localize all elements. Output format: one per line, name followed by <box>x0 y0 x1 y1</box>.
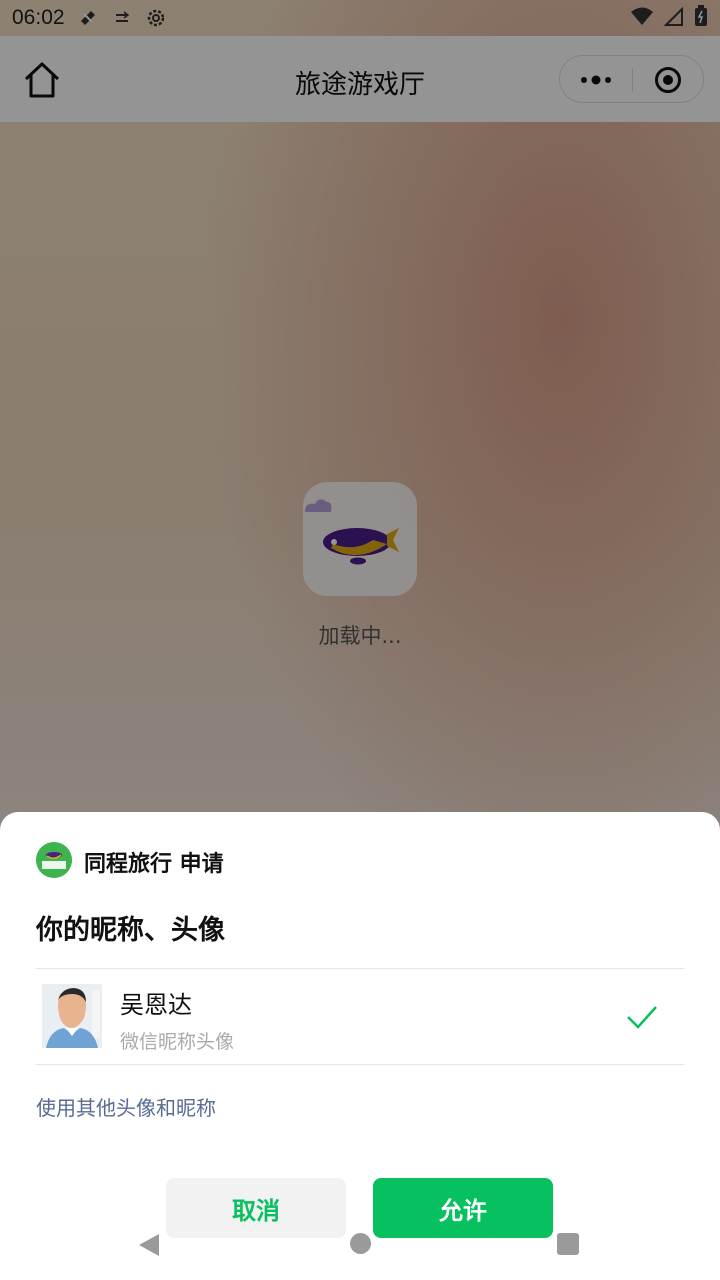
divider <box>36 1064 684 1065</box>
avatar <box>42 984 102 1048</box>
account-name: 吴恩达 <box>120 991 192 1019</box>
account-subtitle: 微信昵称头像 <box>120 1031 235 1053</box>
use-other-profile-link[interactable]: 使用其他头像和昵称 <box>36 1092 216 1121</box>
check-icon <box>626 1001 658 1033</box>
app-name: 同程旅行 申请 <box>84 852 224 877</box>
back-icon[interactable] <box>137 1232 161 1262</box>
recents-icon[interactable] <box>557 1233 579 1255</box>
request-title: 你的昵称、头像 <box>36 915 225 946</box>
account-option[interactable]: 吴恩达 微信昵称头像 <box>36 969 684 1064</box>
auth-sheet: 同程旅行 申请 你的昵称、头像 吴恩达 微信昵称头像 使用其他头像和昵称 取消 … <box>0 812 720 1280</box>
app-logo <box>36 842 72 878</box>
home-button-icon[interactable] <box>350 1233 371 1254</box>
system-nav-bar <box>0 1228 720 1260</box>
